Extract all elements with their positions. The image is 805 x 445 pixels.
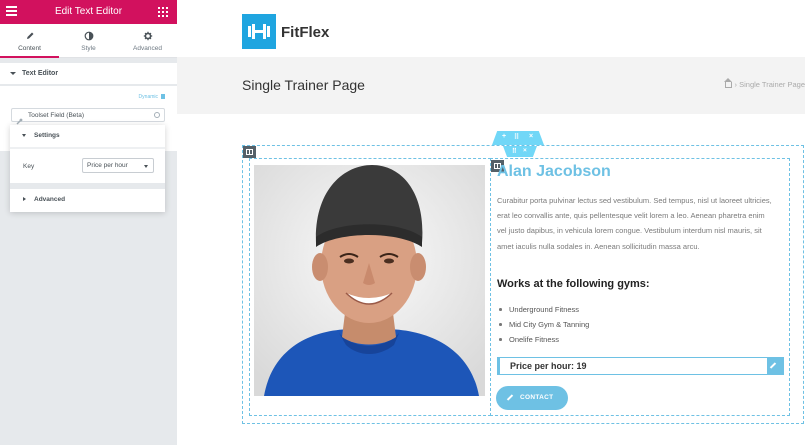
list-item: Onelife Fitness: [497, 332, 589, 347]
add-section-icon[interactable]: +: [502, 133, 506, 140]
column-handle-left[interactable]: [243, 146, 256, 158]
price-text-editor-widget[interactable]: Price per hour: 19: [497, 357, 784, 375]
list-item: Underground Fitness: [497, 302, 589, 317]
pencil-icon: [0, 31, 59, 42]
panel-header: Edit Text Editor: [0, 0, 177, 24]
drag-handle-icon[interactable]: ⠿: [512, 147, 517, 155]
advanced-title: Advanced: [34, 196, 66, 203]
trainer-photo: [254, 165, 485, 396]
close-icon[interactable]: ×: [529, 133, 533, 140]
contact-label: CONTACT: [520, 394, 554, 401]
caret-down-icon: [10, 72, 16, 75]
app-window: Edit Text Editor Content Style Advanced …: [0, 0, 805, 445]
settings-title: Settings: [34, 132, 60, 139]
caret-right-icon: [23, 197, 26, 201]
preview-area: FitFlex Single Trainer Page › Single Tra…: [177, 0, 805, 445]
trainer-name: Alan Jacobson: [497, 163, 611, 180]
settings-section-header[interactable]: Settings: [10, 125, 165, 147]
tag-settings-popover: Settings Key Price per hour Advanced: [10, 125, 165, 212]
column-icon: [246, 149, 253, 155]
tab-advanced-label: Advanced: [133, 45, 162, 52]
breadcrumb: › Single Trainer Page: [723, 78, 805, 89]
panel-tabs: Content Style Advanced: [0, 24, 177, 58]
logo-mark[interactable]: [242, 14, 276, 49]
tab-content[interactable]: Content: [0, 24, 59, 58]
dynamic-tag-label: Toolset Field (Beta): [28, 112, 84, 119]
page-title: Single Trainer Page: [242, 77, 365, 93]
dynamic-label: Dynamic: [138, 94, 158, 100]
divider: [10, 147, 165, 149]
trash-icon[interactable]: [161, 94, 165, 99]
dumbbell-icon: [248, 24, 270, 39]
close-icon[interactable]: ×: [523, 147, 527, 154]
tab-style-label: Style: [81, 45, 96, 52]
page-title-bar: Single Trainer Page › Single Trainer Pag…: [177, 57, 805, 114]
chevron-down-icon: [144, 165, 148, 168]
widgets-grid-icon[interactable]: [158, 7, 168, 17]
contact-button[interactable]: CONTACT: [496, 386, 568, 410]
trainer-bio: Curabitur porta pulvinar lectus sed vest…: [497, 196, 772, 251]
site-header: FitFlex: [177, 0, 805, 57]
key-label: Key: [23, 163, 35, 170]
editor-panel: Edit Text Editor Content Style Advanced …: [0, 0, 177, 445]
advanced-section-header[interactable]: Advanced: [10, 189, 165, 211]
section-text-editor[interactable]: Text Editor: [0, 63, 177, 85]
key-select[interactable]: Price per hour: [82, 158, 154, 173]
key-select-value: Price per hour: [87, 162, 128, 169]
list-item: Mid City Gym & Tanning: [497, 317, 589, 332]
home-icon[interactable]: [723, 78, 732, 88]
wrench-icon: [16, 112, 23, 125]
contrast-icon: [59, 31, 118, 42]
gyms-list: Underground Fitness Mid City Gym & Tanni…: [497, 302, 589, 347]
breadcrumb-current: Single Trainer Page: [739, 80, 805, 89]
edit-pencil-icon[interactable]: [767, 358, 783, 374]
inner-section-handle[interactable]: ⠿ ×: [503, 146, 537, 157]
pencil-icon: [506, 394, 514, 401]
tab-style[interactable]: Style: [59, 24, 118, 57]
gyms-heading: Works at the following gyms:: [497, 278, 650, 290]
price-text: Price per hour: 19: [510, 361, 587, 371]
gear-icon: [118, 31, 177, 42]
logo-text[interactable]: FitFlex: [281, 24, 329, 41]
drag-handle-icon[interactable]: ⠿: [514, 133, 519, 141]
tab-advanced[interactable]: Advanced: [118, 24, 177, 57]
section-handle[interactable]: + ⠿ ×: [492, 131, 544, 145]
dynamic-tag-field[interactable]: Toolset Field (Beta): [11, 108, 165, 125]
dynamic-link[interactable]: Dynamic: [139, 94, 165, 100]
section-title: Text Editor: [22, 70, 59, 77]
panel-title: Edit Text Editor: [54, 6, 123, 17]
tag-settings-icon[interactable]: [154, 112, 160, 118]
tab-content-label: Content: [18, 45, 41, 52]
caret-down-icon: [22, 134, 26, 137]
